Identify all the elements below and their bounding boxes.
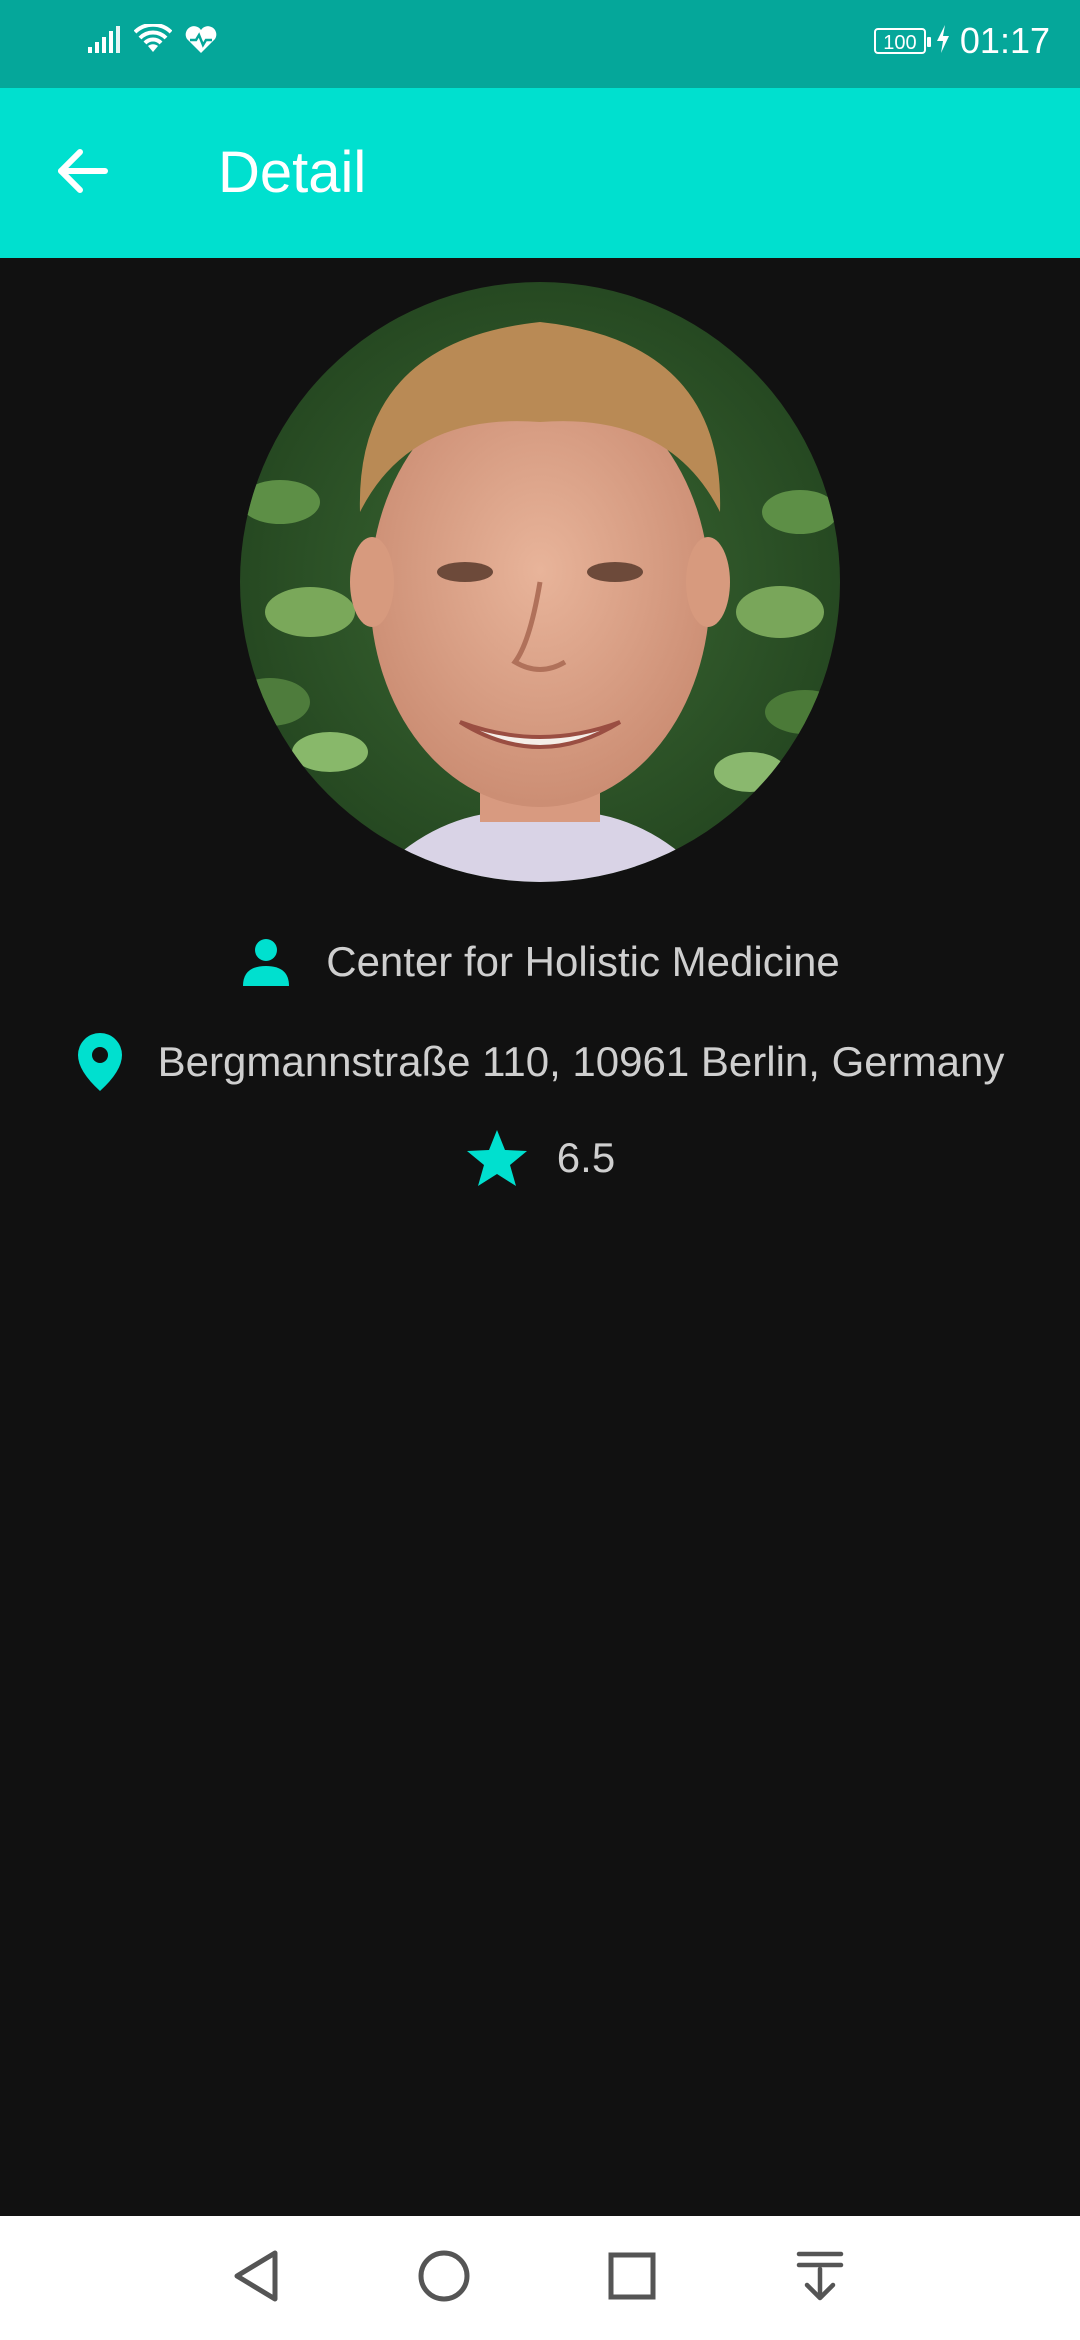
doctor-portrait (240, 282, 840, 882)
nav-notifications-button[interactable] (780, 2238, 860, 2318)
back-button[interactable] (48, 138, 118, 208)
wifi-icon (133, 22, 173, 61)
nav-recents-button[interactable] (592, 2238, 672, 2318)
signal-icon (86, 25, 122, 60)
rating-row: 6.5 (0, 1126, 1080, 1190)
home-circle-icon (417, 2249, 471, 2308)
health-heart-icon (184, 25, 218, 60)
status-icons-left (86, 22, 218, 61)
avatar (240, 282, 840, 882)
back-triangle-icon (231, 2249, 281, 2308)
battery-icon: 100 (873, 28, 931, 54)
clock: 01:17 (959, 20, 1050, 61)
recents-square-icon (607, 2251, 657, 2306)
location-pin-icon (76, 1031, 124, 1093)
charging-bolt-icon (936, 20, 950, 62)
status-icons-right: 100 01:17 (873, 20, 1050, 62)
nav-back-button[interactable] (216, 2238, 296, 2318)
star-icon (465, 1128, 529, 1188)
address-row: Bergmannstraße 110, 10961 Berlin, German… (0, 1028, 1080, 1096)
app-bar: Detail (0, 88, 1080, 258)
address-text: Bergmannstraße 110, 10961 Berlin, German… (157, 1038, 1005, 1085)
place-name: Center for Holistic Medicine (326, 938, 840, 985)
page-title: Detail (218, 140, 367, 205)
rating-value: 6.5 (556, 1134, 616, 1181)
name-row: Center for Holistic Medicine (0, 930, 1080, 994)
arrow-back-icon (57, 148, 109, 199)
person-icon (240, 936, 292, 988)
notification-pulldown-icon (795, 2249, 845, 2308)
system-nav-bar (0, 2216, 1080, 2340)
nav-home-button[interactable] (404, 2238, 484, 2318)
status-bar: 100 01:17 (0, 0, 1080, 88)
